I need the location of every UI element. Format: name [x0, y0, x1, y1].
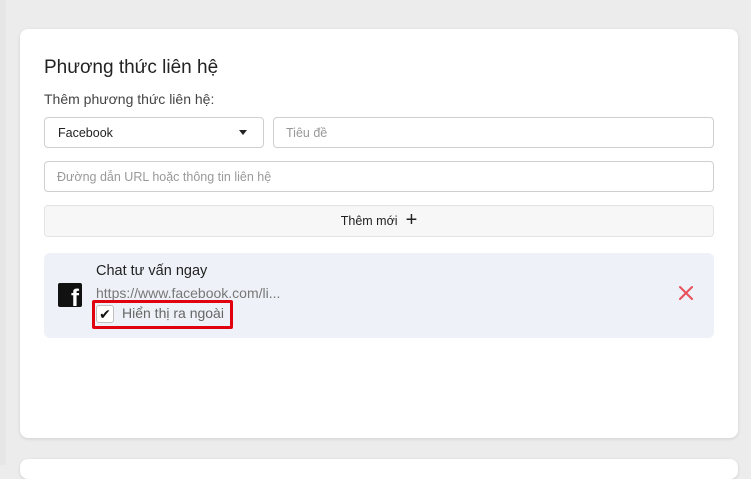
add-new-button[interactable]: Thêm mới +: [44, 205, 714, 237]
contact-item-title: Chat tư vấn ngay: [96, 263, 208, 279]
plus-icon: +: [405, 209, 418, 231]
section-title: Phương thức liên hệ: [44, 57, 219, 78]
add-method-label: Thêm phương thức liên hệ:: [44, 91, 215, 107]
contact-type-value: Facebook: [58, 125, 113, 140]
url-input[interactable]: [44, 161, 714, 192]
close-icon[interactable]: [678, 285, 694, 301]
add-new-label: Thêm mới: [340, 214, 398, 228]
contact-item: f Chat tư vấn ngay https://www.facebook.…: [44, 253, 714, 338]
next-card: [20, 459, 738, 479]
highlight-box: [92, 300, 233, 329]
title-input[interactable]: [273, 117, 714, 148]
contact-type-select[interactable]: Facebook: [44, 117, 264, 148]
facebook-icon: f: [58, 283, 82, 307]
contact-methods-card: Phương thức liên hệ Thêm phương thức liê…: [20, 29, 738, 438]
caret-down-icon: [239, 130, 247, 135]
contact-item-url: https://www.facebook.com/li...: [96, 285, 281, 301]
left-panel-edge: [0, 0, 6, 465]
